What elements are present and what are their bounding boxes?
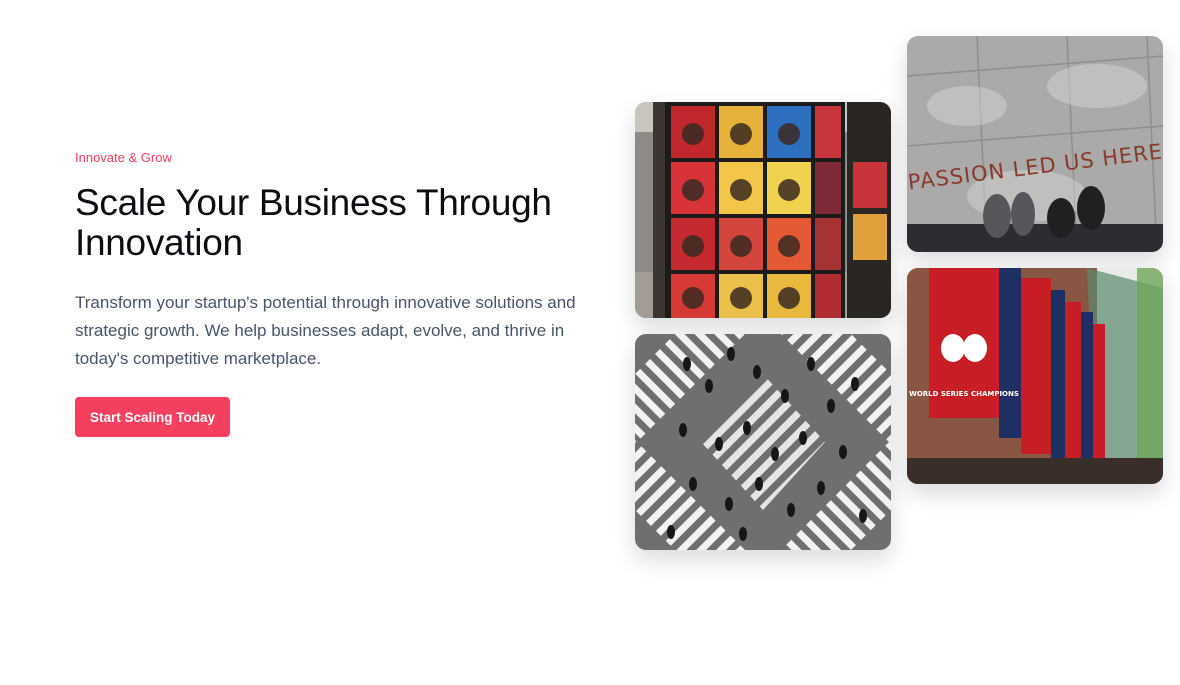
hero-title-line-2: Innovation	[75, 222, 243, 263]
poster-wall-image	[635, 102, 891, 318]
hero-description: Transform your startup's potential throu…	[75, 293, 576, 368]
hero-eyebrow: Innovate & Grow	[75, 150, 172, 165]
hero-title-line-1: Scale Your Business Through	[75, 182, 552, 223]
crosswalk-image	[635, 334, 891, 550]
passion-sidewalk-image: PASSION LED US HERE	[907, 36, 1163, 252]
hero-section: Innovate & Grow Scale Your Business Thro…	[0, 0, 1180, 685]
championship-banners-image: WORLD SERIES CHAMPIONS	[907, 268, 1163, 484]
hero-title: Scale Your Business Through Innovation	[75, 183, 615, 263]
start-scaling-button[interactable]: Start Scaling Today	[75, 397, 231, 437]
banner-text: WORLD SERIES CHAMPIONS	[909, 390, 1019, 398]
hero-content: Innovate & Grow Scale Your Business Thro…	[75, 150, 615, 437]
